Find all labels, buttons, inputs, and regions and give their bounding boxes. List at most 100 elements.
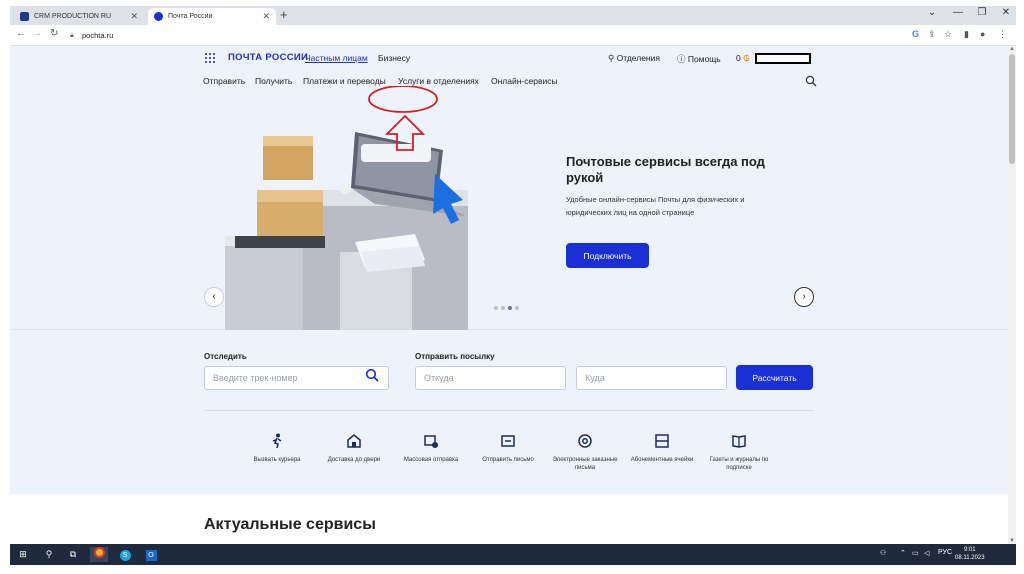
box-icon	[655, 434, 669, 448]
carousel-dot[interactable]	[508, 306, 512, 310]
network-people-icon[interactable]: ⚇	[880, 549, 886, 557]
url-field[interactable]: 🔒︎ pochta.ru	[68, 28, 908, 43]
share-icon[interactable]: ⇪	[928, 29, 936, 40]
crm-favicon-icon	[20, 12, 29, 21]
task-view-icon[interactable]: ⧉	[64, 547, 82, 562]
to-input[interactable]	[576, 366, 727, 390]
close-window-icon[interactable]: ✕	[994, 7, 1018, 18]
restore-icon[interactable]: ❐	[970, 7, 994, 18]
nav-office-services[interactable]: Услуги в отделениях	[398, 76, 479, 86]
service-label: Отправить письмо	[482, 457, 534, 463]
service-e-registered[interactable]: Электронные заказные письма	[548, 432, 622, 472]
service-po-boxes[interactable]: Абонементные ячейки	[625, 432, 699, 464]
from-input[interactable]	[415, 366, 566, 390]
annotation-circle	[368, 86, 438, 113]
service-bulk[interactable]: Массовая отправка	[394, 432, 468, 464]
letter-icon	[501, 435, 515, 447]
skype-icon[interactable]: S	[116, 547, 134, 562]
service-letter[interactable]: Отправить письмо	[471, 432, 545, 464]
close-tab-icon[interactable]: ✕	[130, 8, 138, 25]
tab-pochta[interactable]: Почта России ✕	[148, 8, 276, 25]
chrome-icon[interactable]	[90, 547, 108, 562]
bulk-icon	[424, 435, 438, 448]
carousel-dots	[494, 297, 522, 315]
annotation-arrow-icon	[384, 114, 426, 151]
redacted-user-box	[755, 53, 811, 64]
service-subscriptions[interactable]: Газеты и журналы по подписке	[702, 432, 776, 472]
web-page: ПОЧТА РОССИИ Частным лицам Бизнесу ⚲ Отд…	[10, 46, 1008, 544]
site-top-nav: ПОЧТА РОССИИ Частным лицам Бизнесу ⚲ Отд…	[10, 46, 1008, 70]
browser-tab-strip: CRM PRODUCTION RU ✕ Почта России ✕ + ⌄ —…	[10, 6, 1016, 25]
carousel-dot[interactable]	[501, 306, 505, 310]
tracking-panel: Отследить Отправить посылку Рассчитать В…	[10, 330, 1008, 494]
new-tab-button[interactable]: +	[280, 7, 288, 22]
battery-icon[interactable]: ▭	[912, 549, 919, 557]
nav-receive[interactable]: Получить	[255, 76, 292, 86]
minimize-icon[interactable]: —	[946, 7, 970, 18]
location-pin-icon: ⚲	[608, 53, 615, 63]
clock[interactable]: 9:01 08.11.2023	[955, 546, 985, 562]
nav-send[interactable]: Отправить	[203, 76, 245, 86]
outlook-icon[interactable]: O	[142, 547, 160, 562]
apps-grid-icon[interactable]	[205, 53, 215, 63]
service-label: Массовая отправка	[403, 457, 459, 463]
carousel-dot[interactable]	[515, 306, 519, 310]
connect-button[interactable]: Подключить	[566, 243, 649, 268]
tab-title: CRM PRODUCTION RU	[34, 13, 111, 20]
page-scrollbar[interactable]: ▲ ▼	[1008, 46, 1016, 544]
lock-icon: 🔒︎	[70, 32, 74, 39]
offices-link[interactable]: ⚲ Отделения	[608, 53, 660, 64]
speaker-icon[interactable]: ◁	[924, 549, 929, 557]
segment-private[interactable]: Частным лицам	[305, 53, 368, 63]
scroll-thumb[interactable]	[1009, 54, 1015, 164]
pochta-favicon-icon	[154, 12, 163, 21]
hero-description: Удобные онлайн-сервисы Почты для физичес…	[566, 195, 745, 217]
tab-search-icon[interactable]: ⌄	[920, 7, 944, 18]
track-number-input[interactable]	[204, 366, 389, 390]
service-label: Абонементные ячейки	[630, 457, 694, 463]
service-courier[interactable]: Вызвать курьера	[240, 432, 314, 464]
clock-date: 08.11.2023	[955, 555, 985, 561]
home-icon	[347, 434, 361, 448]
courier-icon	[272, 433, 282, 449]
carousel-prev-icon[interactable]: ‹	[204, 287, 224, 307]
reload-icon[interactable]: ↻	[50, 28, 58, 39]
google-icon[interactable]: G	[912, 29, 919, 39]
close-tab-icon[interactable]: ✕	[262, 8, 270, 25]
balance[interactable]: 0 ₲	[736, 53, 750, 63]
offices-label: Отделения	[616, 53, 660, 63]
site-search-icon[interactable]	[805, 75, 817, 87]
menu-icon[interactable]: ⋮	[998, 29, 1007, 40]
forward-icon[interactable]: →	[32, 28, 42, 39]
calculate-button[interactable]: Рассчитать	[736, 365, 813, 390]
scroll-up-icon[interactable]: ▲	[1008, 46, 1016, 52]
service-door-delivery[interactable]: Доставка до двери	[317, 432, 391, 464]
track-search-icon[interactable]	[365, 368, 379, 382]
nav-payments[interactable]: Платежи и переводы	[303, 76, 386, 86]
tab-title: Почта России	[168, 13, 213, 20]
track-label: Отследить	[204, 352, 247, 361]
wallet-icon: ₲	[743, 53, 750, 63]
help-link[interactable]: ⓘ Помощь	[677, 53, 721, 65]
tab-crm[interactable]: CRM PRODUCTION RU ✕	[14, 8, 144, 25]
section-title: Актуальные сервисы	[204, 516, 376, 533]
sidepanel-icon[interactable]: ▮	[964, 29, 969, 40]
profile-icon[interactable]: ●	[980, 29, 985, 39]
url-text: pochta.ru	[82, 31, 114, 40]
tray-chevron-icon[interactable]: ⌃	[900, 549, 906, 557]
hero-banner: Почтовые сервисы всегда под рукой Удобны…	[10, 92, 1008, 330]
hero-title: Почтовые сервисы всегда под рукой	[566, 154, 765, 185]
language-indicator[interactable]: РУС	[938, 549, 952, 556]
service-label: Доставка до двери	[327, 457, 381, 463]
bookmark-star-icon[interactable]: ☆	[944, 29, 952, 40]
carousel-next-icon[interactable]: ›	[794, 287, 814, 307]
segment-business[interactable]: Бизнесу	[378, 53, 410, 63]
back-icon[interactable]: ←	[16, 28, 26, 39]
screen: CRM PRODUCTION RU ✕ Почта России ✕ + ⌄ —…	[0, 0, 1024, 574]
site-logo[interactable]: ПОЧТА РОССИИ	[228, 52, 308, 63]
carousel-dot[interactable]	[494, 306, 498, 310]
windows-start-icon[interactable]: ⊞	[14, 547, 32, 562]
taskbar-search-icon[interactable]: ⚲	[40, 547, 58, 562]
at-icon	[578, 434, 592, 448]
nav-online-services[interactable]: Онлайн-сервисы	[491, 76, 558, 86]
